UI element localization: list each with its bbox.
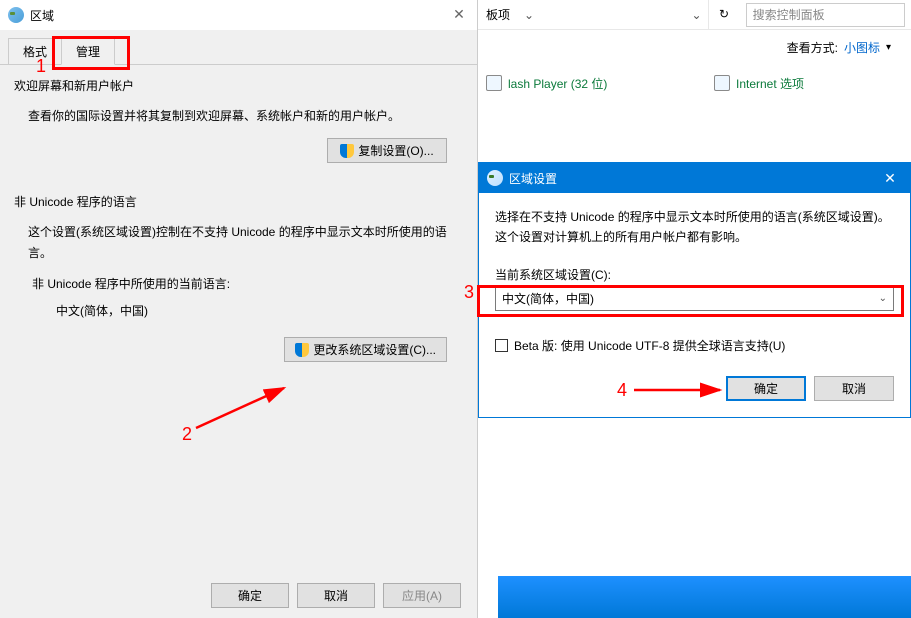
welcome-group: 欢迎屏幕和新用户帐户 查看你的国际设置并将其复制到欢迎屏幕、系统帐户和新的用户帐… [10, 77, 467, 173]
cp-item-internet[interactable]: Internet 选项 [714, 72, 804, 94]
search-input[interactable]: 搜索控制面板 [746, 3, 905, 27]
popup-title-bar: 区域设置 ✕ [479, 163, 910, 193]
chevron-down-icon[interactable]: ▾ [886, 42, 891, 53]
shield-icon [295, 343, 309, 357]
sub-title: 非 Unicode 程序中所使用的当前语言: [32, 275, 457, 292]
ok-button[interactable]: 确定 [211, 583, 289, 608]
chevron-down-icon: ⌄ [879, 293, 887, 304]
checkbox[interactable] [495, 339, 508, 352]
dialog-footer: 确定 取消 应用(A) [211, 583, 461, 608]
group-title: 欢迎屏幕和新用户帐户 [14, 77, 467, 94]
tab-format[interactable]: 格式 [8, 38, 62, 64]
chevron-down-icon[interactable]: ⌄ [686, 8, 708, 22]
refresh-button[interactable]: ↻ [708, 0, 740, 29]
taskbar[interactable] [498, 576, 911, 618]
item-label: lash Player (32 位) [508, 75, 607, 92]
internet-icon [714, 75, 730, 91]
locale-field-label: 当前系统区域设置(C): [495, 266, 894, 283]
title-bar: 区域 ✕ [0, 0, 477, 30]
locale-select[interactable]: 中文(简体，中国) ⌄ [495, 287, 894, 311]
group-desc: 查看你的国际设置并将其复制到欢迎屏幕、系统帐户和新的用户帐户。 [28, 106, 457, 126]
popup-title: 区域设置 [509, 170, 557, 187]
address-bar: 板项 ⌄ ⌄ ↻ 搜索控制面板 [478, 0, 911, 30]
tab-admin[interactable]: 管理 [61, 38, 115, 65]
close-button[interactable]: ✕ [449, 4, 469, 24]
region-dialog: 区域 ✕ 格式 管理 欢迎屏幕和新用户帐户 查看你的国际设置并将其复制到欢迎屏幕… [0, 0, 478, 618]
view-mode-link[interactable]: 小图标 [844, 39, 880, 56]
globe-icon [8, 7, 24, 23]
button-label: 复制设置(O)... [358, 142, 433, 159]
shield-icon [340, 144, 354, 158]
view-label: 查看方式: [787, 39, 838, 56]
placeholder-text: 搜索控制面板 [753, 6, 825, 23]
window-title: 区域 [30, 7, 54, 24]
globe-icon [487, 170, 503, 186]
utf8-checkbox-row[interactable]: Beta 版: 使用 Unicode UTF-8 提供全球语言支持(U) [495, 337, 894, 354]
button-label: 更改系统区域设置(C)... [313, 341, 436, 358]
current-language: 中文(简体，中国) [56, 302, 457, 319]
popup-body: 选择在不支持 Unicode 的程序中显示文本时所使用的语言(系统区域设置)。这… [479, 193, 910, 417]
group-title: 非 Unicode 程序的语言 [14, 193, 467, 210]
cp-item-flash[interactable]: lash Player (32 位) [486, 72, 903, 94]
control-panel-items: lash Player (32 位) Internet 选项 [478, 64, 911, 102]
close-button[interactable]: ✕ [870, 163, 910, 193]
item-label: Internet 选项 [736, 75, 804, 92]
chevron-down-icon[interactable]: ⌄ [518, 8, 540, 22]
nonunicode-group: 非 Unicode 程序的语言 这个设置(系统区域设置)控制在不支持 Unico… [10, 193, 467, 372]
ok-button[interactable]: 确定 [726, 376, 806, 401]
popup-desc: 选择在不支持 Unicode 的程序中显示文本时所使用的语言(系统区域设置)。这… [495, 207, 894, 248]
cancel-button[interactable]: 取消 [814, 376, 894, 401]
tab-body: 欢迎屏幕和新用户帐户 查看你的国际设置并将其复制到欢迎屏幕、系统帐户和新的用户帐… [0, 65, 477, 402]
change-locale-button[interactable]: 更改系统区域设置(C)... [284, 337, 447, 362]
region-settings-popup: 区域设置 ✕ 选择在不支持 Unicode 的程序中显示文本时所使用的语言(系统… [478, 162, 911, 418]
cancel-button[interactable]: 取消 [297, 583, 375, 608]
group-desc: 这个设置(系统区域设置)控制在不支持 Unicode 的程序中显示文本时所使用的… [28, 222, 457, 263]
tab-row: 格式 管理 [0, 30, 477, 65]
flash-icon [486, 75, 502, 91]
apply-button[interactable]: 应用(A) [383, 583, 461, 608]
view-mode-row: 查看方式: 小图标 ▾ [478, 30, 911, 64]
selected-value: 中文(简体，中国) [502, 290, 594, 307]
copy-settings-button[interactable]: 复制设置(O)... [327, 138, 447, 163]
checkbox-label: Beta 版: 使用 Unicode UTF-8 提供全球语言支持(U) [514, 337, 785, 354]
popup-footer: 确定 取消 [495, 376, 894, 401]
breadcrumb[interactable]: 板项 [478, 6, 518, 23]
